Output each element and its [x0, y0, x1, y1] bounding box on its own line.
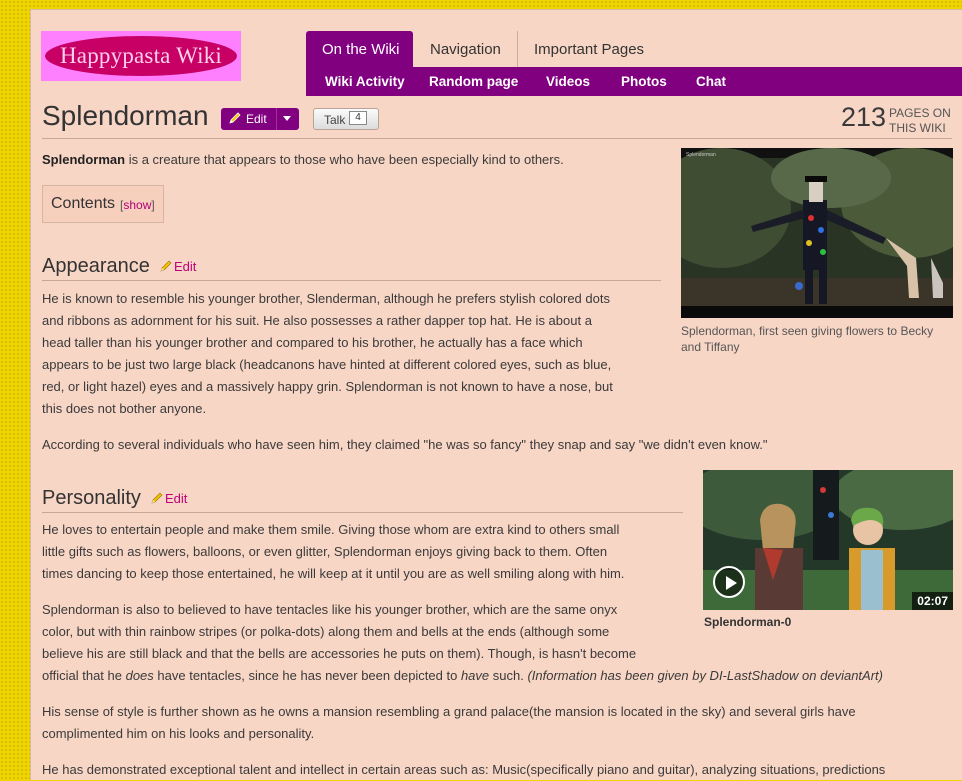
section-edit-appearance-label: Edit: [174, 259, 197, 274]
video-bar-title: Splendorman: [686, 152, 716, 158]
section-edit-appearance[interactable]: Edit: [159, 259, 196, 274]
edit-button[interactable]: Edit: [221, 108, 299, 130]
intro-bold-term: Splendorman: [42, 152, 126, 167]
page-title: Splendorman: [42, 100, 209, 131]
personality-paragraph-4: He has demonstrated exceptional talent a…: [42, 759, 885, 781]
pencil-icon: [160, 260, 172, 272]
personality-paragraph-2: Splendorman is also to believed to have …: [42, 599, 883, 687]
text-line: times dancing to keep those entertained,…: [42, 566, 625, 581]
talk-button-label: Talk: [324, 113, 346, 127]
table-of-contents: Contents [show]: [42, 185, 164, 223]
tab-navigation[interactable]: Navigation: [414, 31, 517, 67]
play-icon[interactable]: [713, 566, 745, 598]
text-line: official that he does have tentacles, si…: [42, 665, 883, 687]
edit-button-divider: [276, 108, 277, 130]
intro-paragraph: Splendorman is a creature that appears t…: [42, 152, 564, 167]
tab-on-the-wiki[interactable]: On the Wiki: [306, 31, 413, 67]
toc-title: Contents: [51, 195, 116, 212]
section-divider-appearance: [42, 280, 661, 281]
edit-button-label: Edit: [246, 112, 267, 126]
section-edit-personality[interactable]: Edit: [150, 491, 187, 506]
logo-text: Happypasta Wiki: [60, 43, 222, 68]
personality-paragraph-1: He loves to entertain people and make th…: [42, 519, 624, 585]
text-line: red, or light hazel) eyes and a massivel…: [42, 379, 613, 394]
subnav-photos[interactable]: Photos: [621, 67, 667, 96]
page-count-label-line1: PAGES ON: [889, 106, 951, 120]
pencil-icon: [229, 112, 241, 124]
thumbnail-image-splendorman[interactable]: Splendorman: [681, 148, 953, 318]
text-line: He loves to entertain people and make th…: [42, 522, 620, 537]
text-line: color, but with thin rainbow stripes (or…: [42, 624, 610, 639]
section-edit-personality-label: Edit: [165, 491, 188, 506]
text-line: appears to be just two large black (head…: [42, 357, 612, 372]
subnav-videos[interactable]: Videos: [546, 67, 590, 96]
text-line: believe his are still black and that the…: [42, 646, 637, 661]
toc-show-link[interactable]: show: [123, 198, 151, 212]
talk-count-bubble: 4: [349, 111, 367, 125]
text-fragment: such.: [489, 668, 528, 683]
chevron-down-icon[interactable]: [283, 116, 291, 121]
thumbnail-caption-1: Splendorman, first seen giving flowers t…: [681, 324, 934, 354]
text-line: He has demonstrated exceptional talent a…: [42, 762, 886, 777]
text-emphasis: does: [125, 668, 154, 683]
page-count-label: PAGES ON THIS WIKI: [889, 106, 951, 136]
text-line: head taller than his younger brother and…: [42, 335, 583, 350]
wiki-subnav: Wiki Activity Random page Videos Photos …: [306, 67, 962, 96]
pencil-icon: [151, 492, 163, 504]
section-heading-appearance: Appearance: [42, 255, 150, 277]
appearance-paragraph-2: According to several individuals who hav…: [42, 434, 768, 456]
subnav-random-page[interactable]: Random page: [429, 67, 518, 96]
toc-toggle: [show]: [120, 198, 155, 212]
personality-paragraph-3: His sense of style is further shown as h…: [42, 701, 856, 745]
text-line: His sense of style is further shown as h…: [42, 704, 856, 719]
title-divider: [42, 138, 952, 139]
subnav-chat[interactable]: Chat: [696, 67, 726, 96]
appearance-paragraph-1: He is known to resemble his younger brot…: [42, 288, 613, 420]
text-line: According to several individuals who hav…: [42, 437, 768, 452]
video-duration: 02:07: [912, 592, 953, 610]
splendorman-photo: Splendorman: [681, 148, 953, 318]
page-count: 213 PAGES ON THIS WIKI: [821, 102, 951, 138]
text-line: this does not bother anyone.: [42, 401, 207, 416]
intro-text: is a creature that appears to those who …: [125, 152, 564, 167]
talk-button[interactable]: Talk 4: [313, 108, 379, 130]
text-line: complimented him on his looks and person…: [42, 726, 315, 741]
text-fragment: have tentacles, since he has never been …: [153, 668, 461, 683]
text-emphasis: (Information has been given by DI-LastSh…: [527, 668, 883, 683]
section-heading-personality: Personality: [42, 487, 141, 509]
text-line: He is known to resemble his younger brot…: [42, 291, 610, 306]
subnav-wiki-activity[interactable]: Wiki Activity: [325, 67, 405, 96]
section-divider-personality: [42, 512, 683, 513]
text-line: Splendorman is also to believed to have …: [42, 602, 618, 617]
play-triangle: [726, 576, 737, 590]
wiki-logo[interactable]: Happypasta Wiki: [41, 31, 241, 81]
video-thumbnail-splendorman-0[interactable]: 02:07: [703, 470, 953, 610]
text-line: and ribbons as adornment for his suit. H…: [42, 313, 592, 328]
page-count-label-line2: THIS WIKI: [889, 121, 946, 135]
page-count-number: 213: [840, 102, 886, 132]
tab-important-pages[interactable]: Important Pages: [517, 31, 657, 67]
text-line: little gifts such as flowers, balloons, …: [42, 544, 608, 559]
article-container: Happypasta Wiki On the Wiki Navigation I…: [30, 9, 962, 780]
text-emphasis: have: [460, 668, 490, 683]
text-fragment: official that he: [42, 668, 126, 683]
